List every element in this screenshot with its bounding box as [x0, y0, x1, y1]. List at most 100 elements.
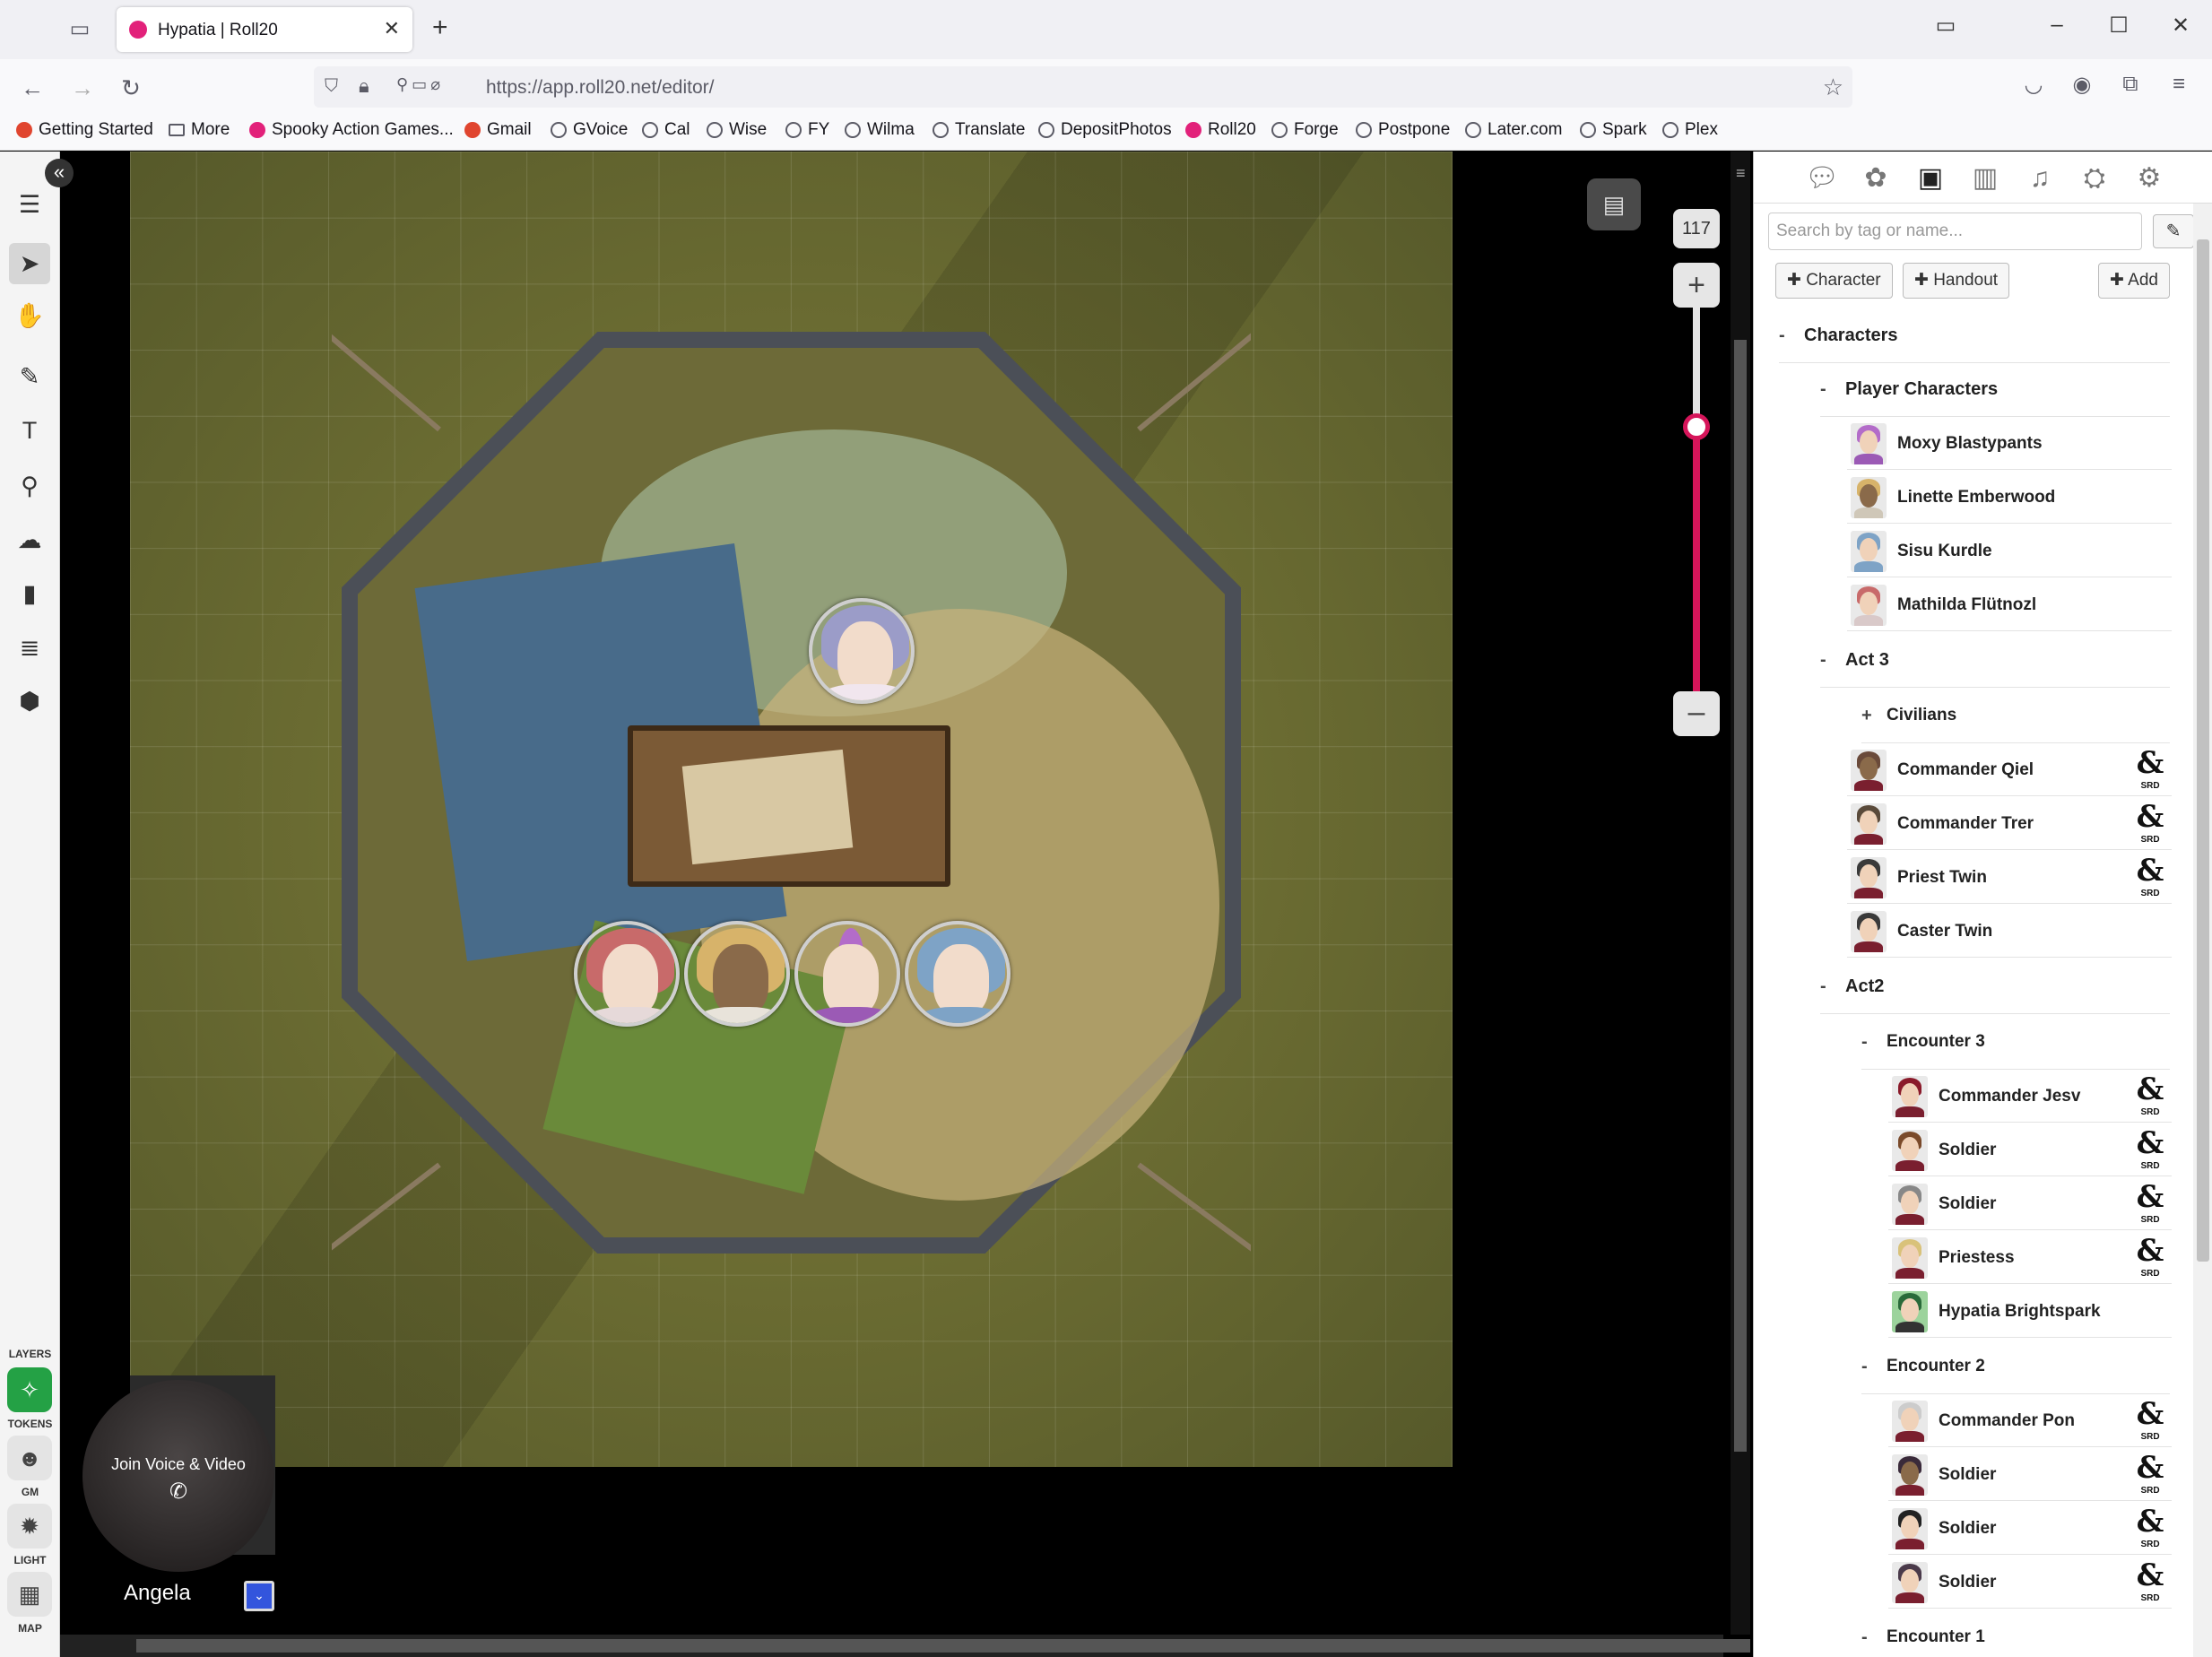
bookmark-more[interactable]: More — [169, 120, 230, 140]
battle-map[interactable] — [130, 152, 1453, 1467]
list-item[interactable]: Commander Trer & SRD — [1847, 798, 2172, 850]
collapse-toggle[interactable]: - — [1861, 1032, 1887, 1053]
zoom-out-button[interactable]: – — [1673, 691, 1720, 736]
reload-icon[interactable]: ↻ — [113, 70, 149, 106]
bookmark-cal[interactable]: Cal — [642, 120, 690, 140]
compendium-tab-icon[interactable]: ▥ — [1965, 159, 2005, 198]
collapse-toggle[interactable]: - — [1820, 379, 1845, 400]
folder-characters[interactable]: - Characters — [1779, 308, 1898, 362]
list-item[interactable]: Commander Jesv & SRD — [1888, 1071, 2172, 1123]
lock-icon[interactable]: 🔒︎ — [359, 74, 369, 98]
bookmark-postpone[interactable]: Postpone — [1356, 120, 1450, 140]
folder-encounter-1[interactable]: - Encounter 1 — [1861, 1610, 1985, 1657]
list-item[interactable]: Commander Qiel & SRD — [1847, 744, 2172, 796]
pan-hand-icon[interactable]: ✋ — [9, 295, 50, 336]
folder-act2[interactable]: - Act2 — [1820, 959, 1884, 1013]
zoom-in-button[interactable]: + — [1673, 263, 1720, 308]
back-icon[interactable]: ← — [14, 70, 50, 106]
list-item[interactable]: Mathilda Flütnozl — [1847, 579, 2172, 631]
collapse-toggle[interactable]: - — [1820, 976, 1845, 997]
player-video-avatar[interactable]: Join Voice & Video ✆ — [82, 1380, 274, 1572]
fog-cloud-icon[interactable]: ☁ — [9, 519, 50, 560]
list-item[interactable]: Commander Pon & SRD — [1888, 1395, 2172, 1447]
gm-layer-button[interactable]: ☻ — [7, 1436, 52, 1480]
add-folder-button[interactable]: ✚ Add — [2098, 263, 2170, 299]
url-bar[interactable]: ⛉ 🔒︎ ⚲▭⌀ https://app.roll20.net/editor/ … — [314, 66, 1852, 108]
account-icon[interactable]: ◉ — [2066, 72, 2098, 98]
list-item[interactable]: Moxy Blastypants — [1847, 418, 2172, 470]
horizontal-scrollbar-thumb[interactable] — [136, 1639, 1750, 1653]
bookmark-wilma[interactable]: Wilma — [845, 120, 915, 140]
jukebox-tab-icon[interactable]: ♫ — [2020, 159, 2060, 198]
select-tool-icon[interactable]: ➤ — [9, 243, 50, 284]
tab-close-icon[interactable]: ✕ — [384, 17, 400, 40]
phone-icon[interactable]: ✆ — [82, 1479, 274, 1505]
folder-player-characters[interactable]: - Player Characters — [1820, 362, 1998, 416]
pocket-icon[interactable]: ◡ — [2017, 72, 2050, 98]
settings-tab-icon[interactable]: ⚙ — [2130, 159, 2169, 198]
ruler-icon[interactable]: ⚲ — [9, 465, 50, 507]
list-item[interactable]: Priestess & SRD — [1888, 1232, 2172, 1284]
token-linette[interactable] — [574, 921, 680, 1027]
zoom-slider-track[interactable] — [1693, 308, 1700, 691]
collapse-toolbar-icon[interactable]: « — [45, 159, 74, 187]
bookmark-forge[interactable]: Forge — [1271, 120, 1339, 140]
chat-tab-icon[interactable]: 💬︎ — [1802, 159, 1842, 198]
join-voice-video-text[interactable]: Join Voice & Video — [82, 1455, 274, 1474]
bookmark-spooky[interactable]: Spooky Action Games... — [249, 120, 454, 140]
list-item[interactable]: Soldier & SRD — [1888, 1449, 2172, 1501]
list-item[interactable]: Hypatia Brightspark — [1888, 1286, 2172, 1338]
collapse-toggle[interactable]: - — [1861, 1627, 1887, 1648]
minimize-icon[interactable]: – — [2039, 13, 2075, 38]
bookmark-star-icon[interactable]: ☆ — [1823, 74, 1843, 101]
add-character-button[interactable]: ✚ Character — [1775, 263, 1893, 299]
list-item[interactable]: Priest Twin & SRD — [1847, 852, 2172, 904]
collapse-toggle[interactable]: - — [1861, 1357, 1887, 1377]
text-tool-icon[interactable]: T — [9, 410, 50, 451]
browser-tab[interactable]: Hypatia | Roll20 ✕ — [117, 7, 412, 52]
dice-icon[interactable]: ⬢ — [9, 681, 50, 722]
list-item[interactable]: Soldier & SRD — [1888, 1557, 2172, 1609]
tokens-layer-button[interactable]: ✧ — [7, 1367, 52, 1412]
menu-icon[interactable]: ≡ — [2163, 72, 2195, 97]
folder-civilians[interactable]: + Civilians — [1861, 689, 1956, 742]
bookmark-roll20[interactable]: Roll20 — [1185, 120, 1256, 140]
token-sisu[interactable] — [684, 921, 790, 1027]
folder-encounter-3[interactable]: - Encounter 3 — [1861, 1015, 1985, 1069]
art-library-tab-icon[interactable]: ✿ — [1856, 159, 1895, 198]
list-item[interactable]: Soldier & SRD — [1888, 1124, 2172, 1176]
tag-filter-icon[interactable]: ✎ — [2153, 214, 2194, 248]
collections-tab-icon[interactable]: ⛭ — [2075, 159, 2114, 198]
lighting-layer-button[interactable]: ✹ — [7, 1504, 52, 1549]
list-item[interactable]: Sisu Kurdle — [1847, 525, 2172, 577]
notes-icon[interactable]: ≣ — [9, 627, 50, 668]
player-color-picker[interactable]: ⌄ — [244, 1581, 274, 1611]
bookmark-plex[interactable]: Plex — [1662, 120, 1718, 140]
sidebar-scrollbar[interactable] — [2193, 204, 2212, 1657]
expand-toggle[interactable]: + — [1861, 706, 1887, 726]
menu-icon[interactable]: ☰ — [9, 184, 50, 225]
list-item[interactable]: Soldier & SRD — [1888, 1503, 2172, 1555]
hide-layer-icon[interactable]: ▤ — [1587, 178, 1641, 230]
list-item[interactable]: Linette Emberwood — [1847, 472, 2172, 524]
bookmark-depositphotos[interactable]: DepositPhotos — [1038, 120, 1172, 140]
list-item[interactable]: Soldier & SRD — [1888, 1178, 2172, 1230]
bookmark-spark[interactable]: Spark — [1580, 120, 1647, 140]
forward-icon[interactable]: → — [65, 70, 100, 106]
tab-list-icon[interactable]: ▭ — [65, 14, 95, 45]
bookmark-getting-started[interactable]: Getting Started — [16, 120, 153, 140]
collapse-toggle[interactable]: - — [1820, 650, 1845, 671]
add-handout-button[interactable]: ✚ Handout — [1903, 263, 2010, 299]
bookmark-translate[interactable]: Translate — [933, 120, 1026, 140]
collapse-toggle[interactable]: - — [1779, 325, 1804, 346]
turn-tracker-icon[interactable]: ▮ — [9, 573, 50, 614]
vertical-scrollbar-thumb[interactable] — [1734, 340, 1747, 1452]
bookmark-fy[interactable]: FY — [785, 120, 829, 140]
bookmark-gmail[interactable]: Gmail — [464, 120, 532, 140]
bookmark-wise[interactable]: Wise — [707, 120, 767, 140]
journal-search-input[interactable] — [1768, 213, 2142, 250]
permissions-icons[interactable]: ⚲▭⌀ — [396, 75, 444, 94]
bookmark-gvoice[interactable]: GVoice — [551, 120, 628, 140]
new-tab-icon[interactable]: + — [432, 13, 448, 43]
extensions-icon[interactable]: ⧉ — [2114, 72, 2147, 97]
